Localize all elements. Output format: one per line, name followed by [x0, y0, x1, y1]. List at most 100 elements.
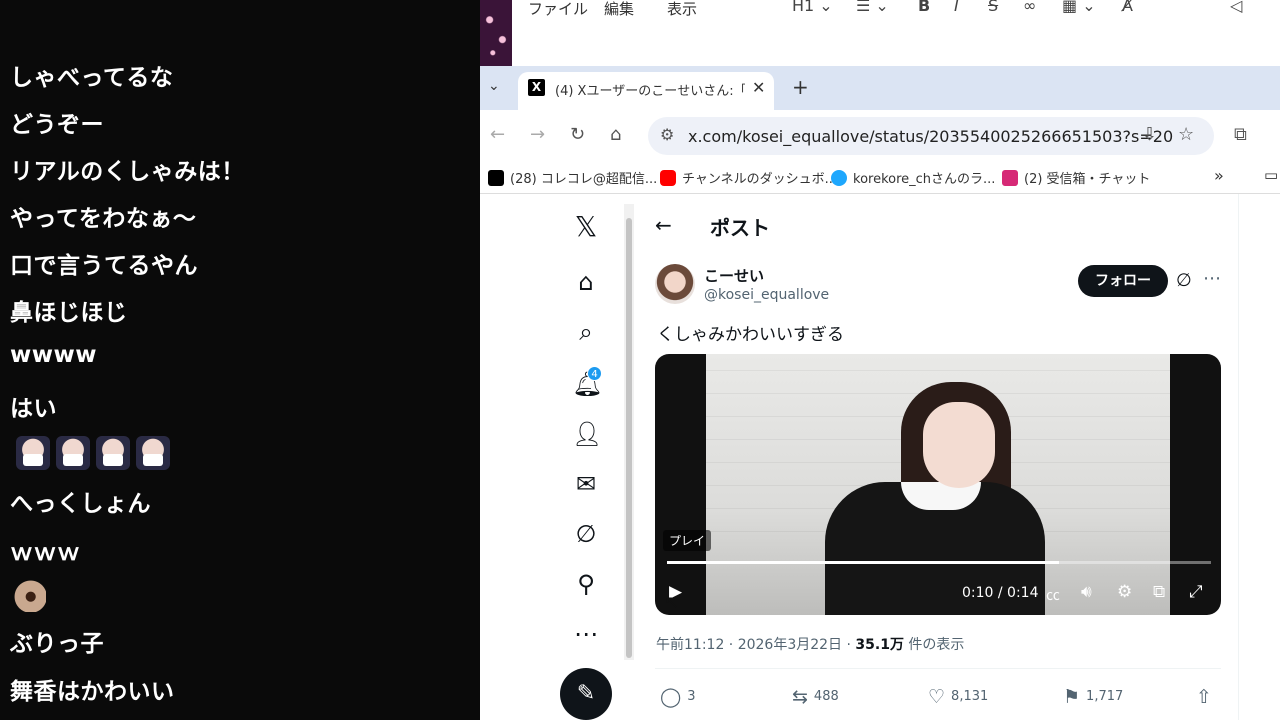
- bookmark-button[interactable]: ⚑ 1,717: [1063, 686, 1123, 708]
- more-options-icon[interactable]: ⋯: [1203, 268, 1221, 289]
- messages-icon[interactable]: ✉: [572, 470, 600, 498]
- like-count: 8,131: [951, 689, 989, 704]
- chat-message: wwww: [10, 342, 97, 368]
- chat-message: へっくしょん: [10, 491, 151, 517]
- volume-icon[interactable]: 🔊︎: [1081, 582, 1092, 602]
- menu-view[interactable]: 表示: [667, 0, 697, 19]
- home-icon[interactable]: ⌂: [572, 268, 600, 296]
- more-circle-icon[interactable]: ⋯: [572, 620, 600, 648]
- chat-message: しゃべってるな: [10, 65, 174, 91]
- sakura-wallpaper: [480, 0, 512, 66]
- divider: [655, 668, 1221, 669]
- repost-count: 488: [813, 689, 839, 704]
- bookmark-item[interactable]: (28) コレコレ@超配信...: [488, 168, 657, 187]
- fullscreen-icon[interactable]: ⤢: [1189, 582, 1203, 602]
- reload-icon[interactable]: ↻: [570, 124, 585, 145]
- x-favicon-icon: X: [528, 79, 545, 96]
- bookmark-count: 1,717: [1086, 689, 1124, 704]
- picture-in-picture-icon[interactable]: ⧉: [1153, 582, 1165, 602]
- back-icon[interactable]: ←: [490, 124, 505, 145]
- mouse-cursor-icon: ↖: [664, 592, 680, 613]
- repost-button[interactable]: ⇆ 488: [792, 686, 839, 708]
- notification-badge: 4: [587, 366, 602, 381]
- chat-message: どうぞー: [10, 112, 104, 138]
- bookmark-star-icon[interactable]: ☆: [1178, 124, 1194, 145]
- video-player[interactable]: プレイ ▶ 0:10 / 0:14 ㏄ 🔊︎ ⚙ ⧉ ⤢: [655, 354, 1221, 615]
- author-name[interactable]: こーせい: [704, 265, 764, 286]
- bookmark-item[interactable]: korekore_chさんのラ...: [831, 168, 995, 187]
- bold-icon[interactable]: B: [918, 0, 930, 15]
- follow-button[interactable]: フォロー: [1078, 265, 1168, 297]
- tab-list-chevron-icon[interactable]: ⌄: [488, 78, 500, 94]
- cat-emote: [12, 578, 46, 612]
- follow-people-icon[interactable]: 👤︎: [572, 420, 602, 448]
- strikethrough-icon[interactable]: S: [988, 0, 998, 15]
- heart-icon: ♡: [928, 686, 946, 708]
- reply-icon: ◯: [660, 686, 682, 708]
- grok-icon[interactable]: ∅: [572, 520, 600, 548]
- emote-row: [16, 436, 176, 474]
- instagram-icon: [1002, 170, 1018, 186]
- bookmark-item[interactable]: (2) 受信箱・チャット: [1002, 168, 1150, 187]
- chat-message: やってをわなぁ～: [10, 206, 197, 232]
- link-icon[interactable]: ∞: [1023, 0, 1036, 15]
- share-icon: ⇧: [1196, 686, 1212, 708]
- format-clear-icon[interactable]: A̸: [1122, 0, 1133, 15]
- install-app-icon[interactable]: ⇩: [1142, 124, 1157, 145]
- chat-message: 舞香はかわいい: [10, 679, 175, 705]
- reply-button[interactable]: ◯ 3: [660, 686, 696, 708]
- folder-icon[interactable]: ▭: [1264, 166, 1278, 184]
- post-timestamp[interactable]: 午前11:12 · 2026年3月22日 ·: [656, 637, 855, 653]
- chat-message: はい: [10, 396, 57, 422]
- site-info-icon[interactable]: ⚙: [660, 125, 674, 144]
- bookmark-item[interactable]: チャンネルのダッシュボ...: [660, 168, 837, 187]
- more-bookmarks-icon[interactable]: »: [1214, 166, 1224, 185]
- grok-explain-icon[interactable]: ∅: [1176, 270, 1192, 291]
- chat-message: ぶりっ子: [10, 631, 104, 657]
- menu-file[interactable]: ファイル: [528, 0, 588, 19]
- captions-icon[interactable]: ㏄: [1046, 585, 1060, 605]
- table-icon[interactable]: ▦ ⌄: [1062, 0, 1096, 15]
- post-text: くしゃみかわいいすぎる: [657, 325, 844, 345]
- chat-message: 鼻ほじほじ: [10, 300, 128, 326]
- list-icon[interactable]: ☰ ⌄: [856, 0, 889, 15]
- post-meta: 午前11:12 · 2026年3月22日 · 35.1万 件の表示: [656, 634, 964, 654]
- scrollbar-thumb[interactable]: [626, 218, 632, 658]
- italic-icon[interactable]: I: [954, 0, 959, 15]
- page-title: ポスト: [710, 216, 770, 240]
- settings-gear-icon[interactable]: ⚙: [1117, 582, 1132, 602]
- chat-message: リアルのくしゃみは！: [10, 159, 245, 185]
- video-time: 0:10 / 0:14: [962, 585, 1039, 601]
- masked-face-emote: [16, 436, 50, 470]
- new-tab-icon[interactable]: +: [792, 75, 809, 99]
- x-logo-icon[interactable]: 𝕏: [572, 213, 600, 241]
- share-button[interactable]: ⇧: [1196, 686, 1218, 708]
- avatar[interactable]: [655, 264, 695, 304]
- url-text[interactable]: x.com/kosei_equallove/status/20355400252…: [688, 127, 1173, 146]
- column-divider: [1238, 194, 1239, 720]
- author-handle[interactable]: @kosei_equallove: [704, 287, 829, 303]
- close-tab-icon[interactable]: ✕: [752, 78, 765, 97]
- like-button[interactable]: ♡ 8,131: [928, 686, 988, 708]
- profile-icon[interactable]: ⚲: [572, 570, 600, 598]
- back-arrow-icon[interactable]: ←: [655, 213, 672, 237]
- play-tooltip: プレイ: [663, 530, 712, 551]
- home-icon[interactable]: ⌂: [610, 124, 621, 145]
- reply-count: 3: [687, 689, 696, 704]
- masked-face-emote: [56, 436, 90, 470]
- heading-select[interactable]: H1 ⌄: [792, 0, 833, 15]
- repost-icon: ⇆: [792, 686, 808, 708]
- chat-message: ｗｗｗ: [10, 540, 81, 566]
- video-progress-fill: [667, 561, 1059, 564]
- x-icon: [488, 170, 504, 186]
- video-progress-bar[interactable]: [667, 561, 1211, 564]
- extensions-icon[interactable]: ⧉: [1234, 124, 1247, 145]
- bookmark-icon: ⚑: [1063, 686, 1081, 708]
- menu-edit[interactable]: 編集: [604, 0, 634, 19]
- megaphone-icon[interactable]: ◁: [1230, 0, 1242, 15]
- person-face: [923, 402, 995, 488]
- view-count-suffix: 件の表示: [903, 637, 965, 653]
- forward-icon[interactable]: →: [530, 124, 545, 145]
- search-icon[interactable]: ⌕: [572, 318, 600, 346]
- compose-post-button[interactable]: ✎: [560, 668, 612, 720]
